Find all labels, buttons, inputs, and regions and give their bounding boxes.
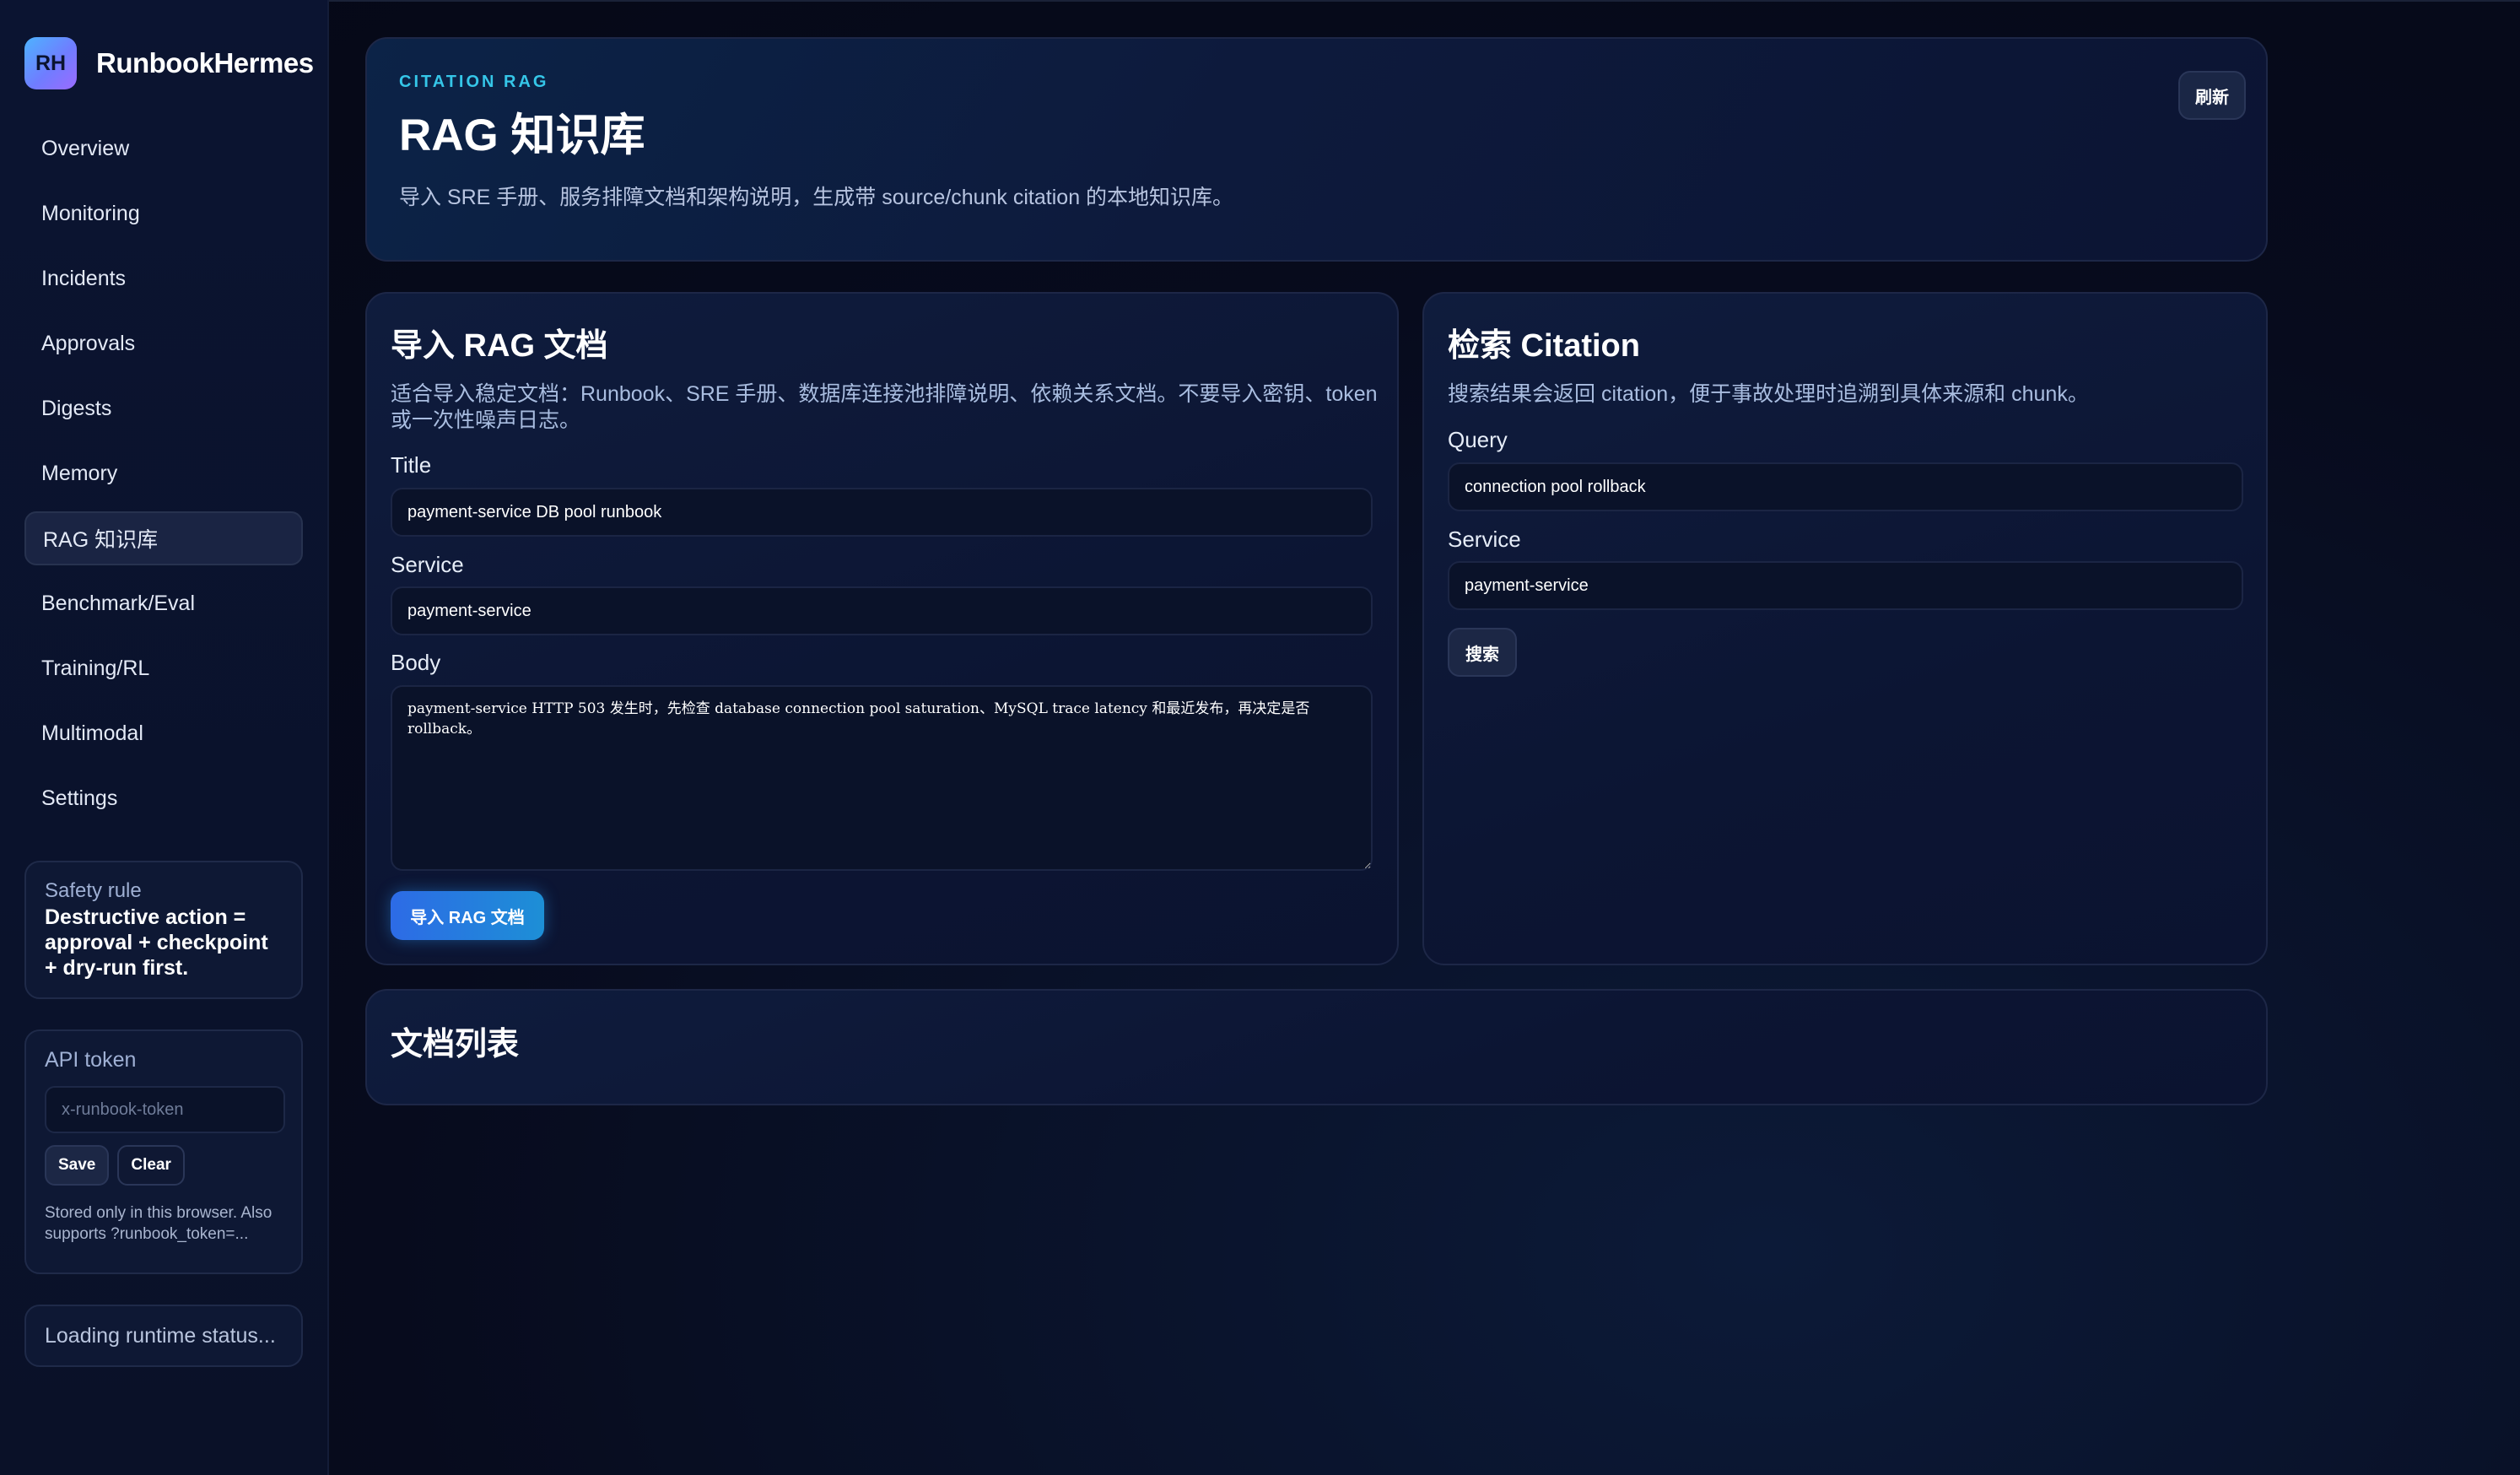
sidebar-item-benchmark[interactable]: Benchmark/Eval bbox=[24, 576, 303, 630]
sidebar-item-multimodal[interactable]: Multimodal bbox=[24, 706, 303, 760]
sidebar-item-training[interactable]: Training/RL bbox=[24, 641, 303, 695]
service-field[interactable] bbox=[391, 586, 1373, 635]
query-field-label: Query bbox=[1448, 427, 1508, 452]
api-token-note: Stored only in this browser. Also suppor… bbox=[45, 1204, 273, 1243]
sidebar-item-approvals[interactable]: Approvals bbox=[24, 316, 303, 370]
sidebar-nav: Overview Monitoring Incidents Approvals … bbox=[24, 122, 303, 836]
sidebar: RH RunbookHermes Overview Monitoring Inc… bbox=[0, 0, 329, 1475]
safety-rule-label: Safety rule bbox=[45, 879, 142, 902]
search-service-input[interactable] bbox=[1448, 561, 2243, 610]
sidebar-item-memory[interactable]: Memory bbox=[24, 446, 303, 500]
import-panel-title: 导入 RAG 文档 bbox=[391, 328, 608, 364]
title-field[interactable] bbox=[391, 488, 1373, 537]
runtime-status: Loading runtime status... bbox=[24, 1305, 303, 1367]
sidebar-item-monitoring[interactable]: Monitoring bbox=[24, 186, 303, 240]
save-token-button[interactable]: Save bbox=[45, 1145, 110, 1186]
document-list-panel: 文档列表 bbox=[365, 989, 2268, 1105]
safety-rule-card: Safety rule Destructive action = approva… bbox=[24, 861, 303, 999]
search-panel-description: 搜索结果会返回 citation，便于事故处理时追溯到具体来源和 chunk。 bbox=[1448, 382, 2089, 406]
page-title: RAG 知识库 bbox=[399, 111, 645, 160]
page-subtitle: 导入 SRE 手册、服务排障文档和架构说明，生成带 source/chunk c… bbox=[399, 186, 1234, 209]
api-token-input[interactable] bbox=[45, 1086, 285, 1133]
hero-panel: CITATION RAG RAG 知识库 导入 SRE 手册、服务排障文档和架构… bbox=[365, 37, 2268, 262]
search-panel: 检索 Citation 搜索结果会返回 citation，便于事故处理时追溯到具… bbox=[1422, 292, 2268, 965]
sidebar-item-overview[interactable]: Overview bbox=[24, 122, 303, 176]
brand-name: RunbookHermes bbox=[96, 47, 314, 78]
window-top-border bbox=[0, 0, 2520, 2]
api-token-label: API token bbox=[45, 1048, 137, 1072]
title-field-label: Title bbox=[391, 452, 432, 478]
service-field-label: Service bbox=[391, 552, 464, 577]
search-button[interactable]: 搜索 bbox=[1448, 628, 1517, 677]
sidebar-item-rag[interactable]: RAG 知识库 bbox=[24, 511, 303, 565]
brand-logo-icon: RH bbox=[24, 37, 77, 89]
sidebar-item-incidents[interactable]: Incidents bbox=[24, 251, 303, 305]
search-panel-title: 检索 Citation bbox=[1448, 328, 1640, 364]
query-input[interactable] bbox=[1448, 462, 2243, 511]
document-list-title: 文档列表 bbox=[391, 1027, 520, 1062]
safety-rule-text: Destructive action = approval + checkpoi… bbox=[45, 905, 268, 980]
search-service-label: Service bbox=[1448, 527, 1521, 552]
sidebar-item-digests[interactable]: Digests bbox=[24, 381, 303, 435]
api-token-card: API token Save Clear Stored only in this… bbox=[24, 1029, 303, 1274]
api-token-actions: Save Clear bbox=[45, 1145, 283, 1186]
refresh-button[interactable]: 刷新 bbox=[2178, 71, 2246, 120]
hero-eyebrow: CITATION RAG bbox=[399, 73, 549, 91]
body-textarea[interactable]: payment-service HTTP 503 发生时，先检查 databas… bbox=[391, 685, 1373, 871]
import-panel-description: 适合导入稳定文档：Runbook、SRE 手册、数据库连接池排障说明、依赖关系文… bbox=[391, 382, 1378, 432]
body-field-label: Body bbox=[391, 650, 441, 675]
brand[interactable]: RH RunbookHermes bbox=[24, 37, 314, 89]
import-panel: 导入 RAG 文档 适合导入稳定文档：Runbook、SRE 手册、数据库连接池… bbox=[365, 292, 1399, 965]
clear-token-button[interactable]: Clear bbox=[117, 1145, 185, 1186]
sidebar-item-settings[interactable]: Settings bbox=[24, 771, 303, 825]
import-rag-button[interactable]: 导入 RAG 文档 bbox=[391, 891, 544, 940]
